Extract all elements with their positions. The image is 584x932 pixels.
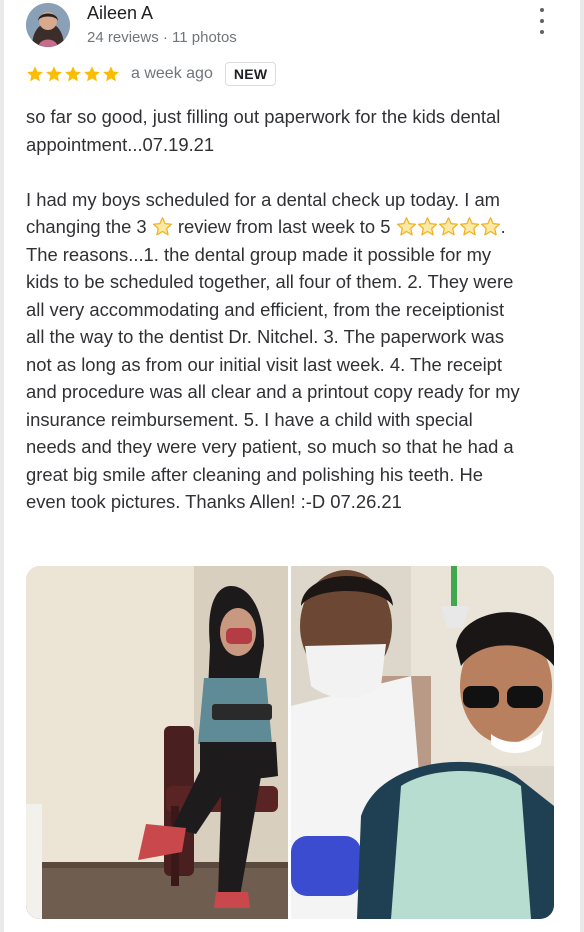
review-card: Aileen A 24 reviews · 11 photos a week a…	[0, 0, 584, 932]
review-paragraph-1: so far so good, just filling out paperwo…	[26, 106, 501, 155]
review-photo-2[interactable]	[291, 566, 554, 919]
star-emoji-icon	[459, 216, 480, 237]
review-paragraph-2: I had my boys scheduled for a dental che…	[26, 186, 526, 516]
star-emoji-icon	[396, 216, 417, 237]
new-badge: NEW	[224, 62, 277, 86]
author-avatar[interactable]	[26, 3, 70, 47]
star-icon	[103, 66, 119, 82]
review-text: so far so good, just filling out paperwo…	[26, 103, 526, 516]
author-name[interactable]: Aileen A	[87, 3, 153, 24]
more-vert-icon[interactable]	[533, 8, 551, 34]
star-icon	[65, 66, 81, 82]
star-emoji-icon	[480, 216, 501, 237]
star-icon	[46, 66, 62, 82]
left-edge	[0, 0, 4, 932]
review-photo-1[interactable]	[26, 566, 288, 919]
author-meta: 24 reviews · 11 photos	[87, 29, 237, 46]
star-icon	[84, 66, 100, 82]
review-photos	[26, 566, 554, 919]
star-emoji-icon	[438, 216, 459, 237]
star-emoji-icon	[417, 216, 438, 237]
star-emoji-icon	[152, 216, 173, 237]
star-rating	[26, 65, 120, 83]
review-text-part-c: . The reasons...1. the dental group made…	[26, 216, 520, 512]
rating-row: a week ago NEW	[26, 60, 277, 88]
review-time: a week ago	[131, 65, 213, 82]
review-text-part-b: review from last week to 5	[172, 216, 396, 237]
right-edge	[580, 0, 584, 932]
star-icon	[27, 66, 43, 82]
